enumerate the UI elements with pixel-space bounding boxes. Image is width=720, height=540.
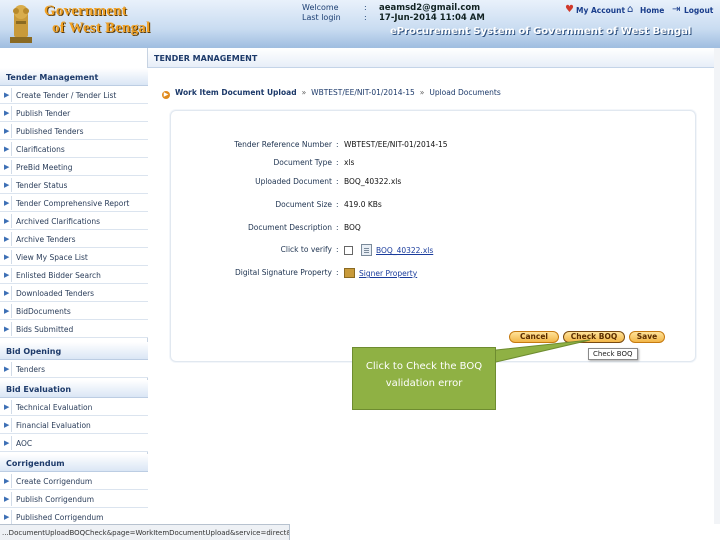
section-title: TENDER MANAGEMENT bbox=[154, 54, 258, 63]
sidebar-item-tender-status[interactable]: ▶ Tender Status bbox=[0, 176, 148, 194]
check-boq-tooltip: Check BOQ bbox=[588, 348, 638, 360]
home-icon: ⌂ bbox=[627, 4, 634, 15]
welcome-label: Welcome bbox=[302, 3, 339, 12]
arrow-right-icon: ▶ bbox=[4, 439, 10, 447]
field-label-document-type: Document Type bbox=[273, 158, 332, 167]
arrow-right-icon: ▶ bbox=[4, 421, 10, 429]
signer-property-link[interactable]: Signer Property bbox=[359, 269, 417, 278]
sidebar-item-prebid-meeting[interactable]: ▶ PreBid Meeting bbox=[0, 158, 148, 176]
welcome-colon: : bbox=[364, 3, 367, 12]
arrow-right-icon: ▶ bbox=[4, 127, 10, 135]
verify-checkbox[interactable] bbox=[344, 246, 353, 255]
sidebar-item-downloaded-tenders[interactable]: ▶ Downloaded Tenders bbox=[0, 284, 148, 302]
sidebar-item-enlisted-bidder-search[interactable]: ▶ Enlisted Bidder Search bbox=[0, 266, 148, 284]
last-login-label: Last login bbox=[302, 13, 341, 22]
last-login-value: 17-Jun-2014 11:04 AM bbox=[379, 13, 485, 23]
arrow-bullet-icon: ▶ bbox=[162, 91, 170, 99]
arrow-right-icon: ▶ bbox=[4, 365, 10, 373]
arrow-right-icon: ▶ bbox=[4, 271, 10, 279]
sidebar-item-create-tender[interactable]: ▶ Create Tender / Tender List bbox=[0, 86, 148, 104]
arrow-right-icon: ▶ bbox=[4, 217, 10, 225]
check-boq-button[interactable]: Check BOQ bbox=[563, 331, 625, 343]
sidebar-item-create-corrigendum[interactable]: ▶ Create Corrigendum bbox=[0, 472, 148, 490]
portal-title: eProcurement System of Government of Wes… bbox=[390, 26, 692, 37]
section-header: TENDER MANAGEMENT bbox=[148, 48, 720, 68]
arrow-right-icon: ▶ bbox=[4, 235, 10, 243]
arrow-right-icon: ▶ bbox=[4, 513, 10, 521]
certificate-icon bbox=[344, 268, 355, 278]
save-button[interactable]: Save bbox=[629, 331, 665, 343]
sidebar-item-technical-evaluation[interactable]: ▶ Technical Evaluation bbox=[0, 398, 148, 416]
sidebar-item-publish-tender[interactable]: ▶ Publish Tender bbox=[0, 104, 148, 122]
breadcrumb-tender-ref[interactable]: WBTEST/EE/NIT-01/2014-15 bbox=[311, 88, 415, 97]
sidebar-item-bids-submitted[interactable]: ▶ Bids Submitted bbox=[0, 320, 148, 338]
browser-status-bar: ...DocumentUploadBOQCheck&page=WorkItemD… bbox=[0, 524, 290, 540]
signature-row: Signer Property bbox=[344, 268, 417, 278]
arrow-right-icon: ▶ bbox=[4, 199, 10, 207]
brand-government: Government bbox=[44, 3, 127, 19]
cancel-button[interactable]: Cancel bbox=[509, 331, 559, 343]
arrow-right-icon: ▶ bbox=[4, 289, 10, 297]
excel-file-icon bbox=[361, 244, 372, 256]
sidebar-section-tender-management[interactable]: Tender Management bbox=[0, 68, 148, 86]
header-banner: Government of West Bengal Welcome : aeam… bbox=[0, 0, 720, 48]
breadcrumb: ▶ Work Item Document Upload » WBTEST/EE/NIT… bbox=[162, 88, 501, 99]
arrow-right-icon: ▶ bbox=[4, 403, 10, 411]
arrow-right-icon: ▶ bbox=[4, 109, 10, 117]
logout-link[interactable]: Logout bbox=[684, 6, 713, 15]
brand-west-bengal: of West Bengal bbox=[52, 20, 151, 36]
breadcrumb-upload-documents: Upload Documents bbox=[429, 88, 501, 97]
arrow-right-icon: ▶ bbox=[4, 495, 10, 503]
field-value-document-type: xls bbox=[344, 158, 355, 167]
arrow-right-icon: ▶ bbox=[4, 253, 10, 261]
logout-icon: ⇥ bbox=[672, 4, 681, 15]
boq-file-link[interactable]: BOQ_40322.xls bbox=[376, 246, 433, 255]
sidebar-section-bid-evaluation[interactable]: Bid Evaluation bbox=[0, 380, 148, 398]
field-label-click-to-verify: Click to verify bbox=[280, 245, 332, 254]
arrow-right-icon: ▶ bbox=[4, 181, 10, 189]
sidebar-section-corrigendum[interactable]: Corrigendum bbox=[0, 454, 148, 472]
sidebar-item-published-tenders[interactable]: ▶ Published Tenders bbox=[0, 122, 148, 140]
field-label-tender-ref: Tender Reference Number bbox=[234, 140, 332, 149]
sidebar-item-archive-tenders[interactable]: ▶ Archive Tenders bbox=[0, 230, 148, 248]
sidebar-item-clarifications[interactable]: ▶ Clarifications bbox=[0, 140, 148, 158]
field-label-document-description: Document Description bbox=[248, 223, 332, 232]
field-value-tender-ref: WBTEST/EE/NIT-01/2014-15 bbox=[344, 140, 448, 149]
sidebar-item-tender-comprehensive-report[interactable]: ▶ Tender Comprehensive Report bbox=[0, 194, 148, 212]
sidebar-item-archived-clarifications[interactable]: ▶ Archived Clarifications bbox=[0, 212, 148, 230]
arrow-right-icon: ▶ bbox=[4, 325, 10, 333]
arrow-right-icon: ▶ bbox=[4, 91, 10, 99]
field-value-document-size: 419.0 KBs bbox=[344, 200, 382, 209]
arrow-right-icon: ▶ bbox=[4, 477, 10, 485]
account-icon: ♥ bbox=[565, 4, 574, 15]
my-account-link[interactable]: My Account bbox=[576, 6, 625, 15]
arrow-right-icon: ▶ bbox=[4, 163, 10, 171]
arrow-right-icon: ▶ bbox=[4, 307, 10, 315]
home-link[interactable]: Home bbox=[640, 6, 664, 15]
field-label-digital-signature: Digital Signature Property bbox=[234, 268, 332, 277]
sidebar: Tender Management ▶ Create Tender / Tende… bbox=[0, 48, 148, 526]
arrow-right-icon: ▶ bbox=[4, 145, 10, 153]
sidebar-item-tenders[interactable]: ▶ Tenders bbox=[0, 360, 148, 378]
sidebar-item-aoc[interactable]: ▶ AOC bbox=[0, 434, 148, 452]
sidebar-section-bid-opening[interactable]: Bid Opening bbox=[0, 342, 148, 360]
breadcrumb-separator: » bbox=[419, 88, 425, 97]
verify-row: BOQ_40322.xls bbox=[344, 244, 433, 256]
breadcrumb-work-item[interactable]: Work Item Document Upload bbox=[175, 88, 297, 97]
welcome-email: aeamsd2@gmail.com bbox=[379, 3, 481, 13]
annotation-callout: Click to Check the BOQ validation error bbox=[352, 347, 496, 410]
last-login-colon: : bbox=[364, 13, 367, 22]
field-value-uploaded-document: BOQ_40322.xls bbox=[344, 177, 402, 186]
state-emblem-icon bbox=[10, 5, 32, 43]
breadcrumb-separator: » bbox=[301, 88, 307, 97]
sidebar-item-view-my-space[interactable]: ▶ View My Space List bbox=[0, 248, 148, 266]
field-value-document-description: BOQ bbox=[344, 223, 361, 232]
sidebar-item-publish-corrigendum[interactable]: ▶ Publish Corrigendum bbox=[0, 490, 148, 508]
field-label-document-size: Document Size bbox=[275, 200, 332, 209]
page-scrollbar[interactable] bbox=[714, 48, 720, 524]
sidebar-item-financial-evaluation[interactable]: ▶ Financial Evaluation bbox=[0, 416, 148, 434]
sidebar-item-bid-documents[interactable]: ▶ BidDocuments bbox=[0, 302, 148, 320]
field-label-uploaded-document: Uploaded Document bbox=[255, 177, 332, 186]
